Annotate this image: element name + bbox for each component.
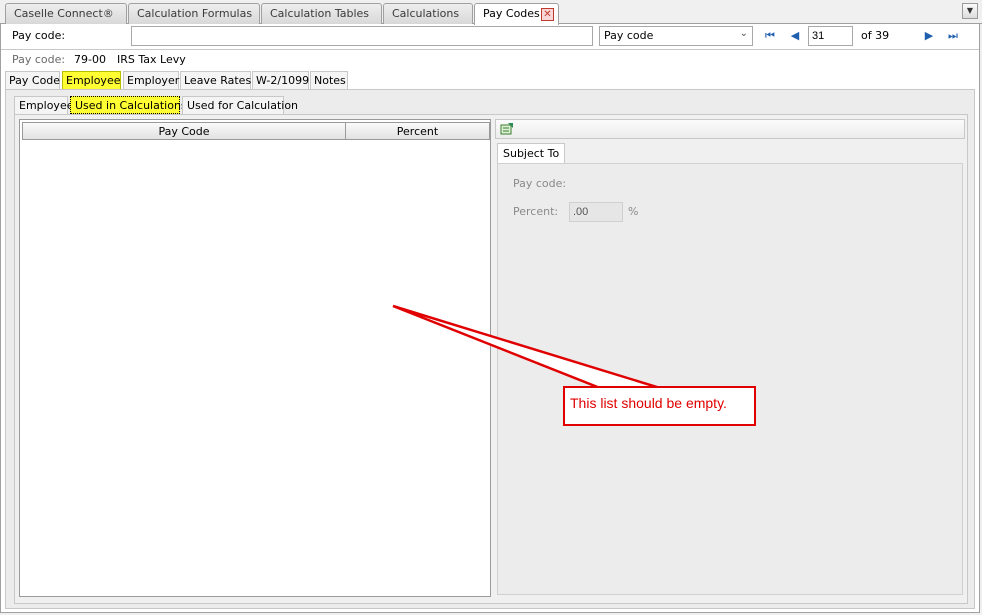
tab-notes[interactable]: Notes (310, 71, 348, 89)
edit-record-icon[interactable] (500, 122, 514, 136)
subtab-used-for-calculation[interactable]: Used for Calculation (182, 96, 298, 114)
lookup-field-value: Pay code (604, 29, 654, 42)
info-pay-code-name: IRS Tax Levy (117, 53, 186, 66)
first-record-icon[interactable]: ⏮ (763, 29, 777, 43)
record-number-input[interactable] (808, 26, 853, 46)
pay-codes-panel: Pay code: Pay code ⌄ ⏮ ◀ of 39 ▶ ⏭ Pay c… (0, 24, 980, 613)
used-in-calculations-content: Pay Code Percent Subject To Pay code: Pe… (14, 114, 968, 604)
column-header-percent[interactable]: Percent (345, 122, 490, 140)
subtab-label: Employee (19, 99, 74, 112)
subtab-label: Used for Calculation (187, 99, 299, 112)
percent-input (569, 202, 623, 222)
percent-unit: % (628, 205, 639, 218)
tab-w2-1099[interactable]: W-2/1099 (252, 71, 309, 89)
lookup-field-select[interactable]: Pay code ⌄ (599, 26, 753, 46)
record-total: of 39 (861, 29, 890, 42)
subtab-employee[interactable]: Employee (14, 96, 73, 114)
pay-code-input[interactable] (131, 26, 593, 46)
tab-label: Caselle Connect® (14, 7, 114, 20)
chevron-down-icon: ⌄ (739, 28, 748, 39)
pay-code-label: Pay code: (12, 29, 66, 42)
tab-label: Leave Rates (184, 74, 252, 87)
tab-employer[interactable]: Employer (123, 71, 179, 89)
subtab-used-in-calculations[interactable]: Used in Calculations (70, 96, 187, 114)
tab-label: Subject To (503, 147, 560, 160)
last-record-icon[interactable]: ⏭ (946, 29, 960, 43)
tab-calculations[interactable]: Calculations (383, 3, 473, 24)
subtab-label: Used in Calculations (75, 99, 187, 112)
detail-pane: Subject To Pay code: Percent: % (495, 119, 965, 597)
detail-percent-label: Percent: (513, 205, 559, 218)
record-navigation-bar: Pay code: Pay code ⌄ ⏮ ◀ of 39 ▶ ⏭ (1, 24, 979, 50)
tab-label: Employer (127, 74, 180, 87)
annotation-text: This list should be empty. (570, 395, 727, 411)
tab-list-dropdown-icon[interactable]: ▼ (962, 3, 978, 19)
employee-tab-content: Employee Used in Calculations Used for C… (5, 89, 975, 609)
tab-label: Pay Code (9, 74, 61, 87)
column-header-pay-code[interactable]: Pay Code (22, 122, 346, 140)
tab-label: W-2/1099 (256, 74, 310, 87)
tab-subject-to[interactable]: Subject To (497, 143, 566, 163)
tab-label: Calculations (392, 7, 460, 20)
tab-leave-rates[interactable]: Leave Rates (180, 71, 251, 89)
tab-pay-codes[interactable]: Pay Codes ✕ (474, 3, 559, 25)
tab-employee[interactable]: Employee (62, 71, 121, 89)
document-tab-strip: Caselle Connect® Calculation Formulas Ca… (0, 0, 982, 25)
next-record-icon[interactable]: ▶ (922, 29, 936, 43)
subject-to-content: Pay code: Percent: % (497, 163, 963, 595)
annotation-callout: This list should be empty. (563, 386, 756, 426)
grid-header: Pay Code Percent (20, 120, 490, 140)
detail-pay-code-label: Pay code: (513, 177, 567, 190)
tab-calculation-formulas[interactable]: Calculation Formulas (128, 3, 260, 24)
tab-label: Pay Codes (483, 7, 540, 20)
previous-record-icon[interactable]: ◀ (788, 29, 802, 43)
tab-pay-code[interactable]: Pay Code (5, 71, 60, 89)
info-pay-code-label: Pay code: (12, 53, 66, 66)
tab-label: Employee (66, 74, 121, 87)
tab-calculation-tables[interactable]: Calculation Tables (261, 3, 382, 24)
record-info-row: Pay code: 79-00 IRS Tax Levy (1, 51, 979, 69)
tab-label: Calculation Formulas (137, 7, 253, 20)
info-pay-code-value: 79-00 (74, 53, 106, 66)
close-tab-icon[interactable]: ✕ (541, 8, 554, 21)
detail-toolbar (495, 119, 965, 139)
tab-label: Notes (314, 74, 346, 87)
tab-label: Calculation Tables (270, 7, 370, 20)
tab-caselle-connect[interactable]: Caselle Connect® (5, 3, 127, 24)
calculations-grid[interactable]: Pay Code Percent (19, 119, 491, 597)
